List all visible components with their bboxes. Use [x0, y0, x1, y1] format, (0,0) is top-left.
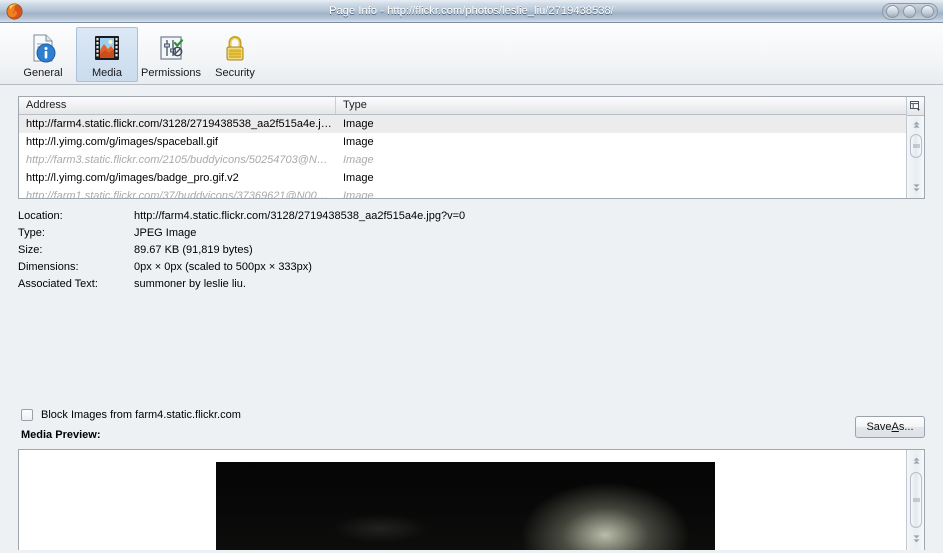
preview-image: [216, 462, 715, 550]
scroll-up-icon[interactable]: [907, 453, 924, 468]
tab-permissions[interactable]: Permissions: [140, 27, 202, 82]
cell-address: http://l.yimg.com/g/images/badge_pro.gif…: [26, 172, 239, 184]
table-row[interactable]: http://l.yimg.com/g/images/spaceball.gif…: [19, 133, 906, 151]
detail-size: Size: 89.67 KB (91,819 bytes): [18, 241, 465, 258]
media-preview-box: [18, 449, 925, 550]
document-info-icon: [27, 32, 59, 64]
table-row[interactable]: http://farm3.static.flickr.com/2105/budd…: [19, 151, 906, 169]
scroll-down-icon[interactable]: [907, 531, 924, 546]
scrollbar-thumb[interactable]: [910, 472, 922, 528]
cell-address: http://farm3.static.flickr.com/2105/budd…: [26, 154, 328, 166]
table-row[interactable]: http://farm4.static.flickr.com/3128/2719…: [19, 115, 906, 133]
sliders-check-icon: [155, 32, 187, 64]
cell-address: http://farm4.static.flickr.com/3128/2719…: [26, 118, 332, 130]
tab-general[interactable]: General: [12, 27, 74, 82]
detail-associated-text: Associated Text: summoner by leslie liu.: [18, 275, 465, 292]
block-images-row[interactable]: Block Images from farm4.static.flickr.co…: [21, 409, 241, 421]
cell-address: http://l.yimg.com/g/images/spaceball.gif: [26, 136, 218, 148]
padlock-icon: [219, 32, 251, 64]
detail-size-value: 89.67 KB (91,819 bytes): [134, 243, 253, 256]
detail-type-value: JPEG Image: [134, 226, 197, 239]
page-info-toolbar: General Media Permissions Security: [0, 23, 943, 85]
minimize-button[interactable]: [886, 5, 900, 18]
tab-security-label: Security: [215, 67, 255, 79]
preview-scrollbar[interactable]: [906, 450, 924, 550]
scroll-up-icon[interactable]: [907, 117, 924, 132]
save-as-label-before: Save: [866, 421, 892, 433]
scrollbar-thumb[interactable]: [910, 134, 922, 158]
detail-dimensions: Dimensions: 0px × 0px (scaled to 500px ×…: [18, 258, 465, 275]
media-list-scrollbar[interactable]: [906, 97, 924, 198]
detail-associated-text-value: summoner by leslie liu.: [134, 277, 246, 290]
window-controls[interactable]: [882, 3, 938, 20]
cell-type: Image: [343, 154, 374, 166]
media-details: Location: http://farm4.static.flickr.com…: [18, 207, 465, 292]
column-header-address[interactable]: Address: [19, 97, 336, 114]
save-as-accesskey: A: [891, 421, 899, 433]
detail-location-value: http://farm4.static.flickr.com/3128/2719…: [134, 209, 466, 222]
media-pane: Address Type http://farm4.static.flickr.…: [0, 85, 943, 552]
block-images-checkbox[interactable]: [21, 409, 33, 421]
column-header-type[interactable]: Type: [336, 97, 906, 114]
cell-address: http://farm1.static.flickr.com/37/buddyi…: [26, 190, 328, 199]
detail-associated-text-label: Associated Text:: [18, 277, 98, 290]
page-info-window: Page Info - http://flickr.com/photos/les…: [0, 0, 943, 553]
detail-location: Location: http://farm4.static.flickr.com…: [18, 207, 465, 224]
filmstrip-image-icon: [91, 32, 123, 64]
scroll-down-icon[interactable]: [907, 180, 924, 195]
window-bottom-edge: [0, 550, 943, 552]
block-images-label: Block Images from farm4.static.flickr.co…: [41, 409, 241, 421]
detail-dimensions-label: Dimensions:: [18, 260, 79, 273]
column-picker-icon[interactable]: [907, 97, 924, 116]
close-button[interactable]: [920, 5, 934, 18]
media-preview-canvas: [19, 450, 906, 550]
save-as-label-after: s...: [898, 421, 914, 433]
tab-security[interactable]: Security: [204, 27, 266, 82]
cell-type: Image: [343, 118, 374, 130]
tab-media[interactable]: Media: [76, 27, 138, 82]
media-list-body: Address Type http://farm4.static.flickr.…: [19, 97, 906, 198]
cell-type: Image: [343, 136, 374, 148]
detail-size-label: Size:: [18, 243, 43, 256]
table-row[interactable]: http://l.yimg.com/g/images/badge_pro.gif…: [19, 169, 906, 187]
detail-dimensions-value: 0px × 0px (scaled to 500px × 333px): [134, 260, 312, 273]
maximize-button[interactable]: [903, 5, 917, 18]
window-title: Page Info - http://flickr.com/photos/les…: [329, 5, 614, 17]
tab-general-label: General: [23, 67, 63, 79]
title-bar: Page Info - http://flickr.com/photos/les…: [0, 0, 943, 23]
media-preview-label: Media Preview:: [21, 429, 101, 441]
table-row[interactable]: http://farm1.static.flickr.com/37/buddyi…: [19, 187, 906, 199]
save-as-button[interactable]: Save As...: [855, 416, 925, 438]
detail-type-label: Type:: [18, 226, 45, 239]
cell-type: Image: [343, 172, 374, 184]
tab-media-label: Media: [92, 67, 122, 79]
media-list[interactable]: Address Type http://farm4.static.flickr.…: [18, 96, 925, 199]
detail-type: Type: JPEG Image: [18, 224, 465, 241]
detail-location-label: Location:: [18, 209, 63, 222]
tab-permissions-label: Permissions: [141, 67, 201, 79]
cell-type: Image: [343, 190, 374, 199]
media-list-header: Address Type: [19, 97, 906, 115]
